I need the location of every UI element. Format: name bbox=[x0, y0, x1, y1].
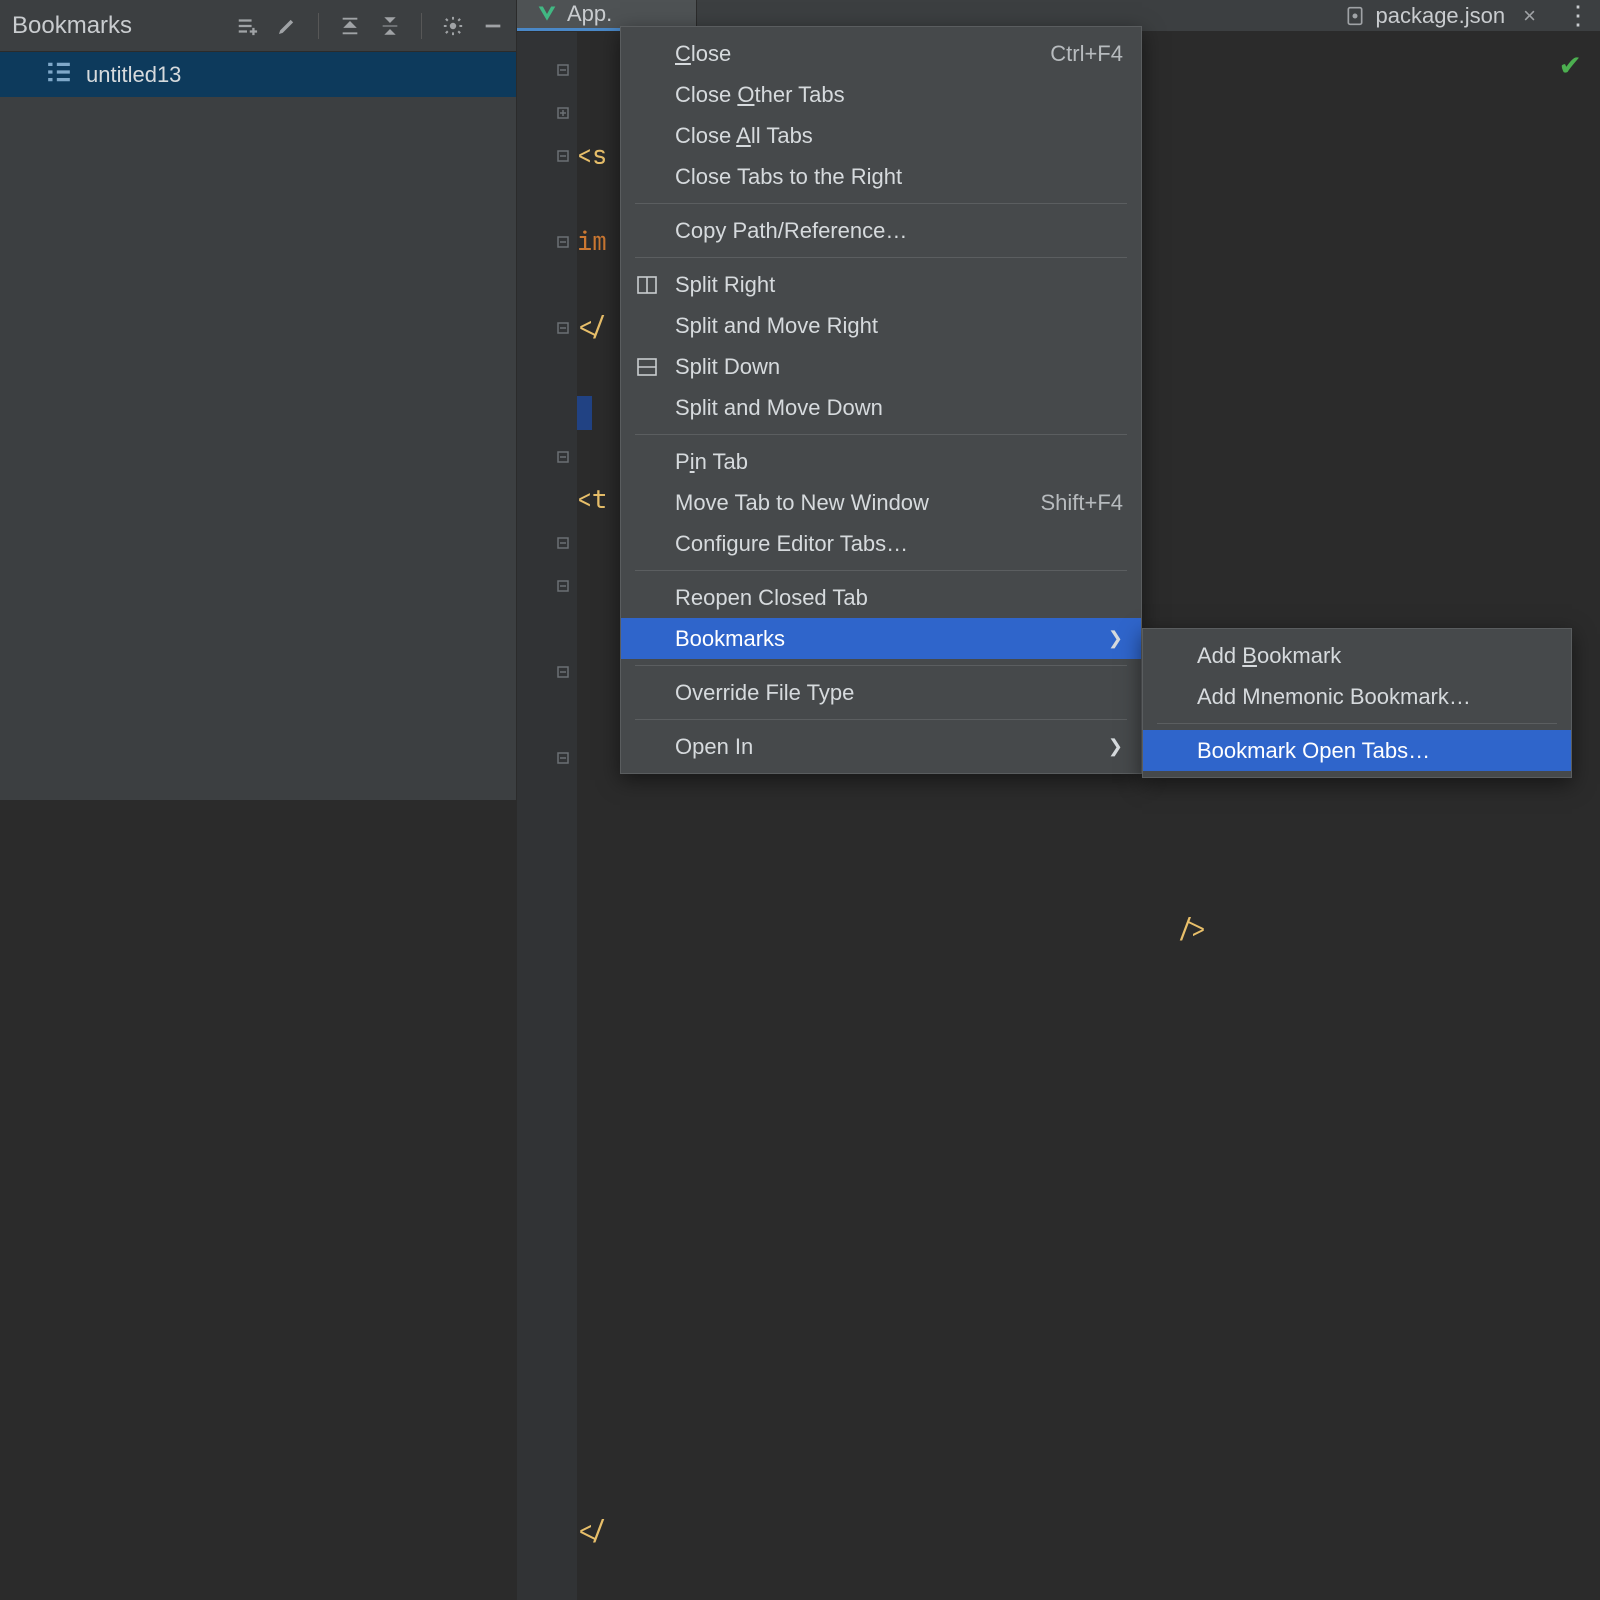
menu-open-in[interactable]: Open In❯ bbox=[621, 726, 1141, 767]
vue-file-icon bbox=[537, 4, 557, 24]
chevron-right-icon: ❯ bbox=[1108, 736, 1123, 757]
menu-close[interactable]: Close Ctrl+F4 bbox=[621, 33, 1141, 74]
split-right-icon bbox=[637, 275, 675, 295]
bookmarks-header: Bookmarks bbox=[0, 0, 516, 52]
menu-close-right[interactable]: Close Tabs to the Right bbox=[621, 156, 1141, 197]
tabbar-more-icon[interactable]: ⋮ bbox=[1556, 0, 1600, 31]
bookmarks-submenu: Add Bookmark Add Mnemonic Bookmark… Book… bbox=[1142, 628, 1572, 778]
split-down-icon bbox=[637, 357, 675, 377]
expand-all-icon[interactable] bbox=[337, 13, 363, 39]
menu-bookmarks[interactable]: Bookmarks❯ bbox=[621, 618, 1141, 659]
tab-context-menu: Close Ctrl+F4 Close Other Tabs Close All… bbox=[620, 26, 1142, 774]
menu-separator bbox=[635, 570, 1127, 571]
menu-separator bbox=[1157, 723, 1557, 724]
close-icon[interactable]: × bbox=[1523, 3, 1536, 29]
menu-copy-path[interactable]: Copy Path/Reference… bbox=[621, 210, 1141, 251]
tab-label: package.json bbox=[1375, 3, 1505, 29]
minimize-icon[interactable] bbox=[480, 13, 506, 39]
menu-configure-tabs[interactable]: Configure Editor Tabs… bbox=[621, 523, 1141, 564]
menu-separator bbox=[635, 665, 1127, 666]
menu-separator bbox=[635, 719, 1127, 720]
submenu-bookmark-open-tabs[interactable]: Bookmark Open Tabs… bbox=[1143, 730, 1571, 771]
submenu-add-mnemonic[interactable]: Add Mnemonic Bookmark… bbox=[1143, 676, 1571, 717]
menu-split-move-right[interactable]: Split and Move Right bbox=[621, 305, 1141, 346]
bookmark-list: untitled13 bbox=[0, 52, 516, 800]
inspection-ok-icon[interactable]: ✔ bbox=[1559, 44, 1582, 87]
bookmark-list-label: untitled13 bbox=[86, 62, 181, 88]
gutter bbox=[517, 32, 577, 1600]
tab-label: App. bbox=[567, 1, 612, 27]
gear-icon[interactable] bbox=[440, 13, 466, 39]
bookmarks-title: Bookmarks bbox=[12, 12, 234, 40]
toolbar-separator bbox=[318, 13, 319, 39]
submenu-add-bookmark[interactable]: Add Bookmark bbox=[1143, 635, 1571, 676]
chevron-right-icon: ❯ bbox=[1108, 628, 1123, 649]
json-file-icon bbox=[1345, 6, 1365, 26]
menu-pin-tab[interactable]: Pin Tab bbox=[621, 441, 1141, 482]
collapse-all-icon[interactable] bbox=[377, 13, 403, 39]
menu-split-move-down[interactable]: Split and Move Down bbox=[621, 387, 1141, 428]
toolbar-separator bbox=[421, 13, 422, 39]
menu-split-down[interactable]: Split Down bbox=[621, 346, 1141, 387]
bookmark-list-item[interactable]: untitled13 bbox=[0, 52, 516, 97]
editor-tab-package-json[interactable]: package.json × bbox=[1325, 0, 1556, 31]
menu-separator bbox=[635, 434, 1127, 435]
edit-icon[interactable] bbox=[274, 13, 300, 39]
add-bookmark-list-icon[interactable] bbox=[234, 13, 260, 39]
menu-split-right[interactable]: Split Right bbox=[621, 264, 1141, 305]
menu-separator bbox=[635, 257, 1127, 258]
bookmarks-panel: Bookmarks bbox=[0, 0, 517, 800]
menu-override-file-type[interactable]: Override File Type bbox=[621, 672, 1141, 713]
menu-separator bbox=[635, 203, 1127, 204]
menu-close-all[interactable]: Close All Tabs bbox=[621, 115, 1141, 156]
menu-close-other[interactable]: Close Other Tabs bbox=[621, 74, 1141, 115]
menu-reopen-closed[interactable]: Reopen Closed Tab bbox=[621, 577, 1141, 618]
menu-move-new-window[interactable]: Move Tab to New WindowShift+F4 bbox=[621, 482, 1141, 523]
bookmark-list-icon bbox=[46, 61, 72, 89]
